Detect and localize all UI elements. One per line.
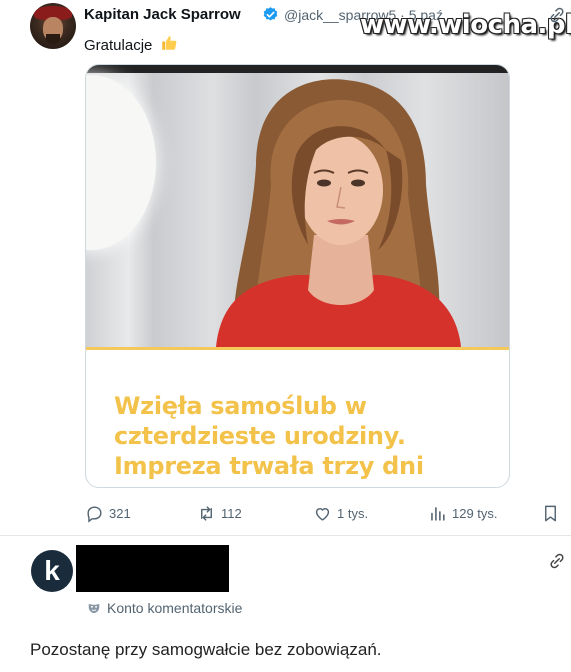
section-divider [0, 535, 571, 536]
bookmark-button[interactable] [541, 502, 560, 524]
media-card[interactable]: Wzięła samoślub w czterdzieste urodziny.… [85, 64, 510, 488]
views-button[interactable]: 129 tys. [428, 502, 498, 524]
photo-studio-light [86, 75, 156, 250]
bookmark-icon [545, 505, 556, 521]
avatar-beard [46, 34, 60, 44]
headline-line: czterdzieste urodziny. [114, 422, 406, 450]
thumbs-up-icon [161, 36, 176, 50]
link-icon[interactable] [548, 552, 566, 570]
comment-text: Pozostanę przy samogwałcie bez zobowiąza… [30, 640, 382, 659]
photo-woman-portrait [216, 79, 461, 347]
heart-icon [315, 507, 330, 521]
tweet-actions: 321 112 1 tys. 129 tys. [85, 502, 565, 526]
tweet-text: Gratulacje [84, 34, 178, 54]
avatar[interactable] [30, 3, 76, 49]
author-name[interactable]: Kapitan Jack Sparrow [84, 6, 241, 23]
mask-icon [88, 603, 100, 614]
retweet-icon [201, 505, 212, 521]
commenter-avatar[interactable]: k [31, 550, 73, 592]
headline-line: Impreza trwała trzy dni [114, 452, 424, 480]
like-count: 1 tys. [337, 505, 369, 521]
commenter-badge: Konto komentatorskie [87, 600, 242, 616]
views-chart-icon [431, 506, 445, 521]
redacted-commenter-name [76, 545, 229, 592]
watermark: www.wiocha.pl [360, 10, 571, 40]
commenter-badge-label: Konto komentatorskie [107, 600, 243, 616]
verified-badge-icon [263, 7, 278, 21]
photo-top-bar [86, 65, 509, 73]
reply-button[interactable]: 321 [85, 502, 131, 524]
views-count: 129 tys. [452, 505, 498, 521]
link-icon[interactable] [548, 6, 566, 24]
reply-icon [87, 505, 102, 523]
retweet-count: 112 [221, 505, 242, 521]
retweet-button[interactable]: 112 [197, 502, 242, 524]
media-photo [86, 65, 509, 347]
photo-divider [86, 347, 509, 350]
reply-count: 321 [109, 505, 131, 521]
headline-line: Wzięła samoślub w [114, 392, 367, 420]
tweet-text-content: Gratulacje [84, 37, 153, 54]
like-button[interactable]: 1 tys. [313, 502, 368, 524]
media-headline: Wzięła samoślub w czterdzieste urodziny.… [114, 391, 494, 481]
